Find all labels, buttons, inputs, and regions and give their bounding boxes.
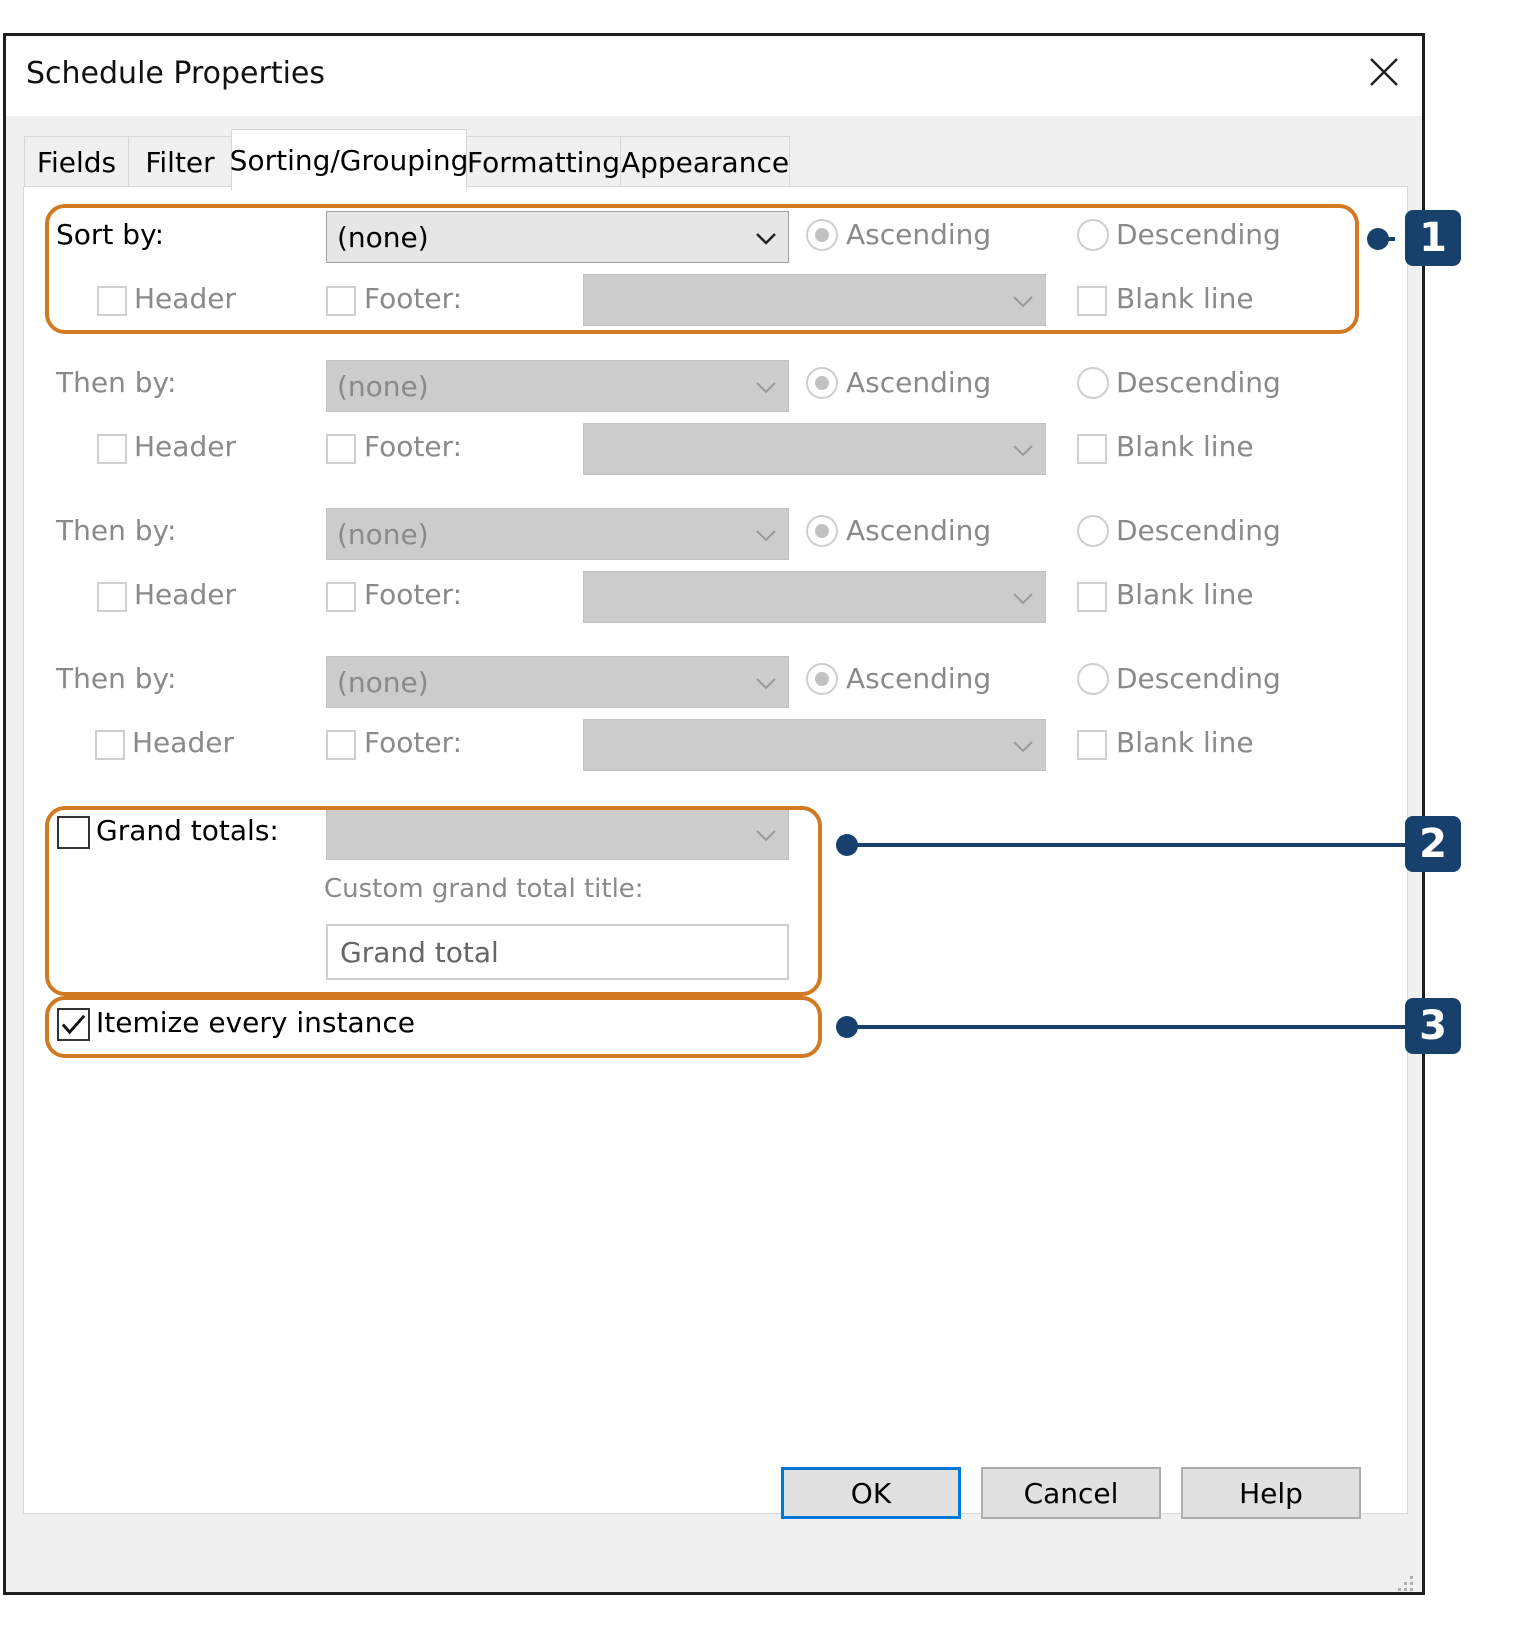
ascending-radio[interactable]	[806, 515, 838, 547]
leader-line-3	[850, 1025, 1405, 1029]
blank-line-checkbox[interactable]	[1077, 434, 1107, 464]
header-label: Header	[134, 578, 236, 611]
descending-label: Descending	[1116, 366, 1281, 399]
blank-line-checkbox[interactable]	[1077, 582, 1107, 612]
tab-label: Sorting/Grouping	[229, 143, 469, 177]
then-by-select[interactable]: (none)	[326, 360, 789, 412]
cancel-label: Cancel	[1023, 1476, 1119, 1510]
tab-label: Filter	[145, 146, 215, 179]
blank-line-label: Blank line	[1116, 578, 1254, 611]
tab-sorting-grouping[interactable]: Sorting/Grouping	[229, 129, 469, 190]
title-bar: Schedule Properties	[6, 36, 1422, 116]
footer-select[interactable]	[583, 719, 1046, 771]
ascending-label: Ascending	[846, 366, 992, 399]
help-button[interactable]: Help	[1181, 1467, 1361, 1519]
descending-label: Descending	[1116, 514, 1281, 547]
footer-label: Footer:	[364, 578, 463, 611]
tab-filter[interactable]: Filter	[128, 136, 232, 188]
callout-box-2	[45, 806, 822, 996]
tab-appearance[interactable]: Appearance	[620, 136, 790, 188]
chevron-down-icon	[756, 382, 776, 394]
footer-label: Footer:	[364, 430, 463, 463]
then-by-value: (none)	[337, 665, 429, 699]
footer-checkbox[interactable]	[326, 582, 356, 612]
leader-line-1	[1385, 237, 1395, 241]
descending-radio[interactable]	[1077, 515, 1109, 547]
ascending-radio[interactable]	[806, 367, 838, 399]
then-by-select[interactable]: (none)	[326, 508, 789, 560]
ascending-label: Ascending	[846, 514, 992, 547]
callout-badge-2: 2	[1405, 816, 1461, 872]
then-by-value: (none)	[337, 369, 429, 403]
tab-fields[interactable]: Fields	[24, 136, 129, 188]
then-by-label: Then by:	[56, 514, 177, 547]
footer-label: Footer:	[364, 726, 463, 759]
descending-radio[interactable]	[1077, 367, 1109, 399]
header-checkbox[interactable]	[97, 434, 127, 464]
ok-label: OK	[850, 1476, 892, 1510]
tab-formatting[interactable]: Formatting	[466, 136, 621, 188]
resize-grip-icon[interactable]	[1396, 1574, 1416, 1594]
blank-line-label: Blank line	[1116, 726, 1254, 759]
header-checkbox[interactable]	[97, 582, 127, 612]
then-by-value: (none)	[337, 517, 429, 551]
chevron-down-icon	[1013, 741, 1033, 753]
close-icon[interactable]	[1366, 54, 1402, 90]
descending-radio[interactable]	[1077, 663, 1109, 695]
header-label: Header	[132, 726, 234, 759]
chevron-down-icon	[756, 678, 776, 690]
callout-badge-1: 1	[1405, 210, 1461, 266]
descending-label: Descending	[1116, 662, 1281, 695]
dialog-title: Schedule Properties	[26, 56, 326, 91]
tab-label: Fields	[36, 146, 117, 179]
chevron-down-icon	[1013, 445, 1033, 457]
ascending-label: Ascending	[846, 662, 992, 695]
callout-box-1	[45, 204, 1359, 334]
header-checkbox[interactable]	[95, 730, 125, 760]
callout-box-3	[45, 996, 822, 1058]
leader-line-2	[850, 843, 1405, 847]
chevron-down-icon	[756, 530, 776, 542]
tab-label: Formatting	[467, 146, 620, 179]
footer-checkbox[interactable]	[326, 730, 356, 760]
callout-badge-3: 3	[1405, 998, 1461, 1054]
footer-select[interactable]	[583, 423, 1046, 475]
then-by-label: Then by:	[56, 662, 177, 695]
cancel-button[interactable]: Cancel	[981, 1467, 1161, 1519]
ascending-radio[interactable]	[806, 663, 838, 695]
footer-select[interactable]	[583, 571, 1046, 623]
ok-button[interactable]: OK	[781, 1467, 961, 1519]
help-label: Help	[1239, 1476, 1303, 1510]
chevron-down-icon	[1013, 593, 1033, 605]
header-label: Header	[134, 430, 236, 463]
tab-label: Appearance	[620, 146, 790, 179]
then-by-select[interactable]: (none)	[326, 656, 789, 708]
blank-line-checkbox[interactable]	[1077, 730, 1107, 760]
then-by-label: Then by:	[56, 366, 177, 399]
blank-line-label: Blank line	[1116, 430, 1254, 463]
footer-checkbox[interactable]	[326, 434, 356, 464]
